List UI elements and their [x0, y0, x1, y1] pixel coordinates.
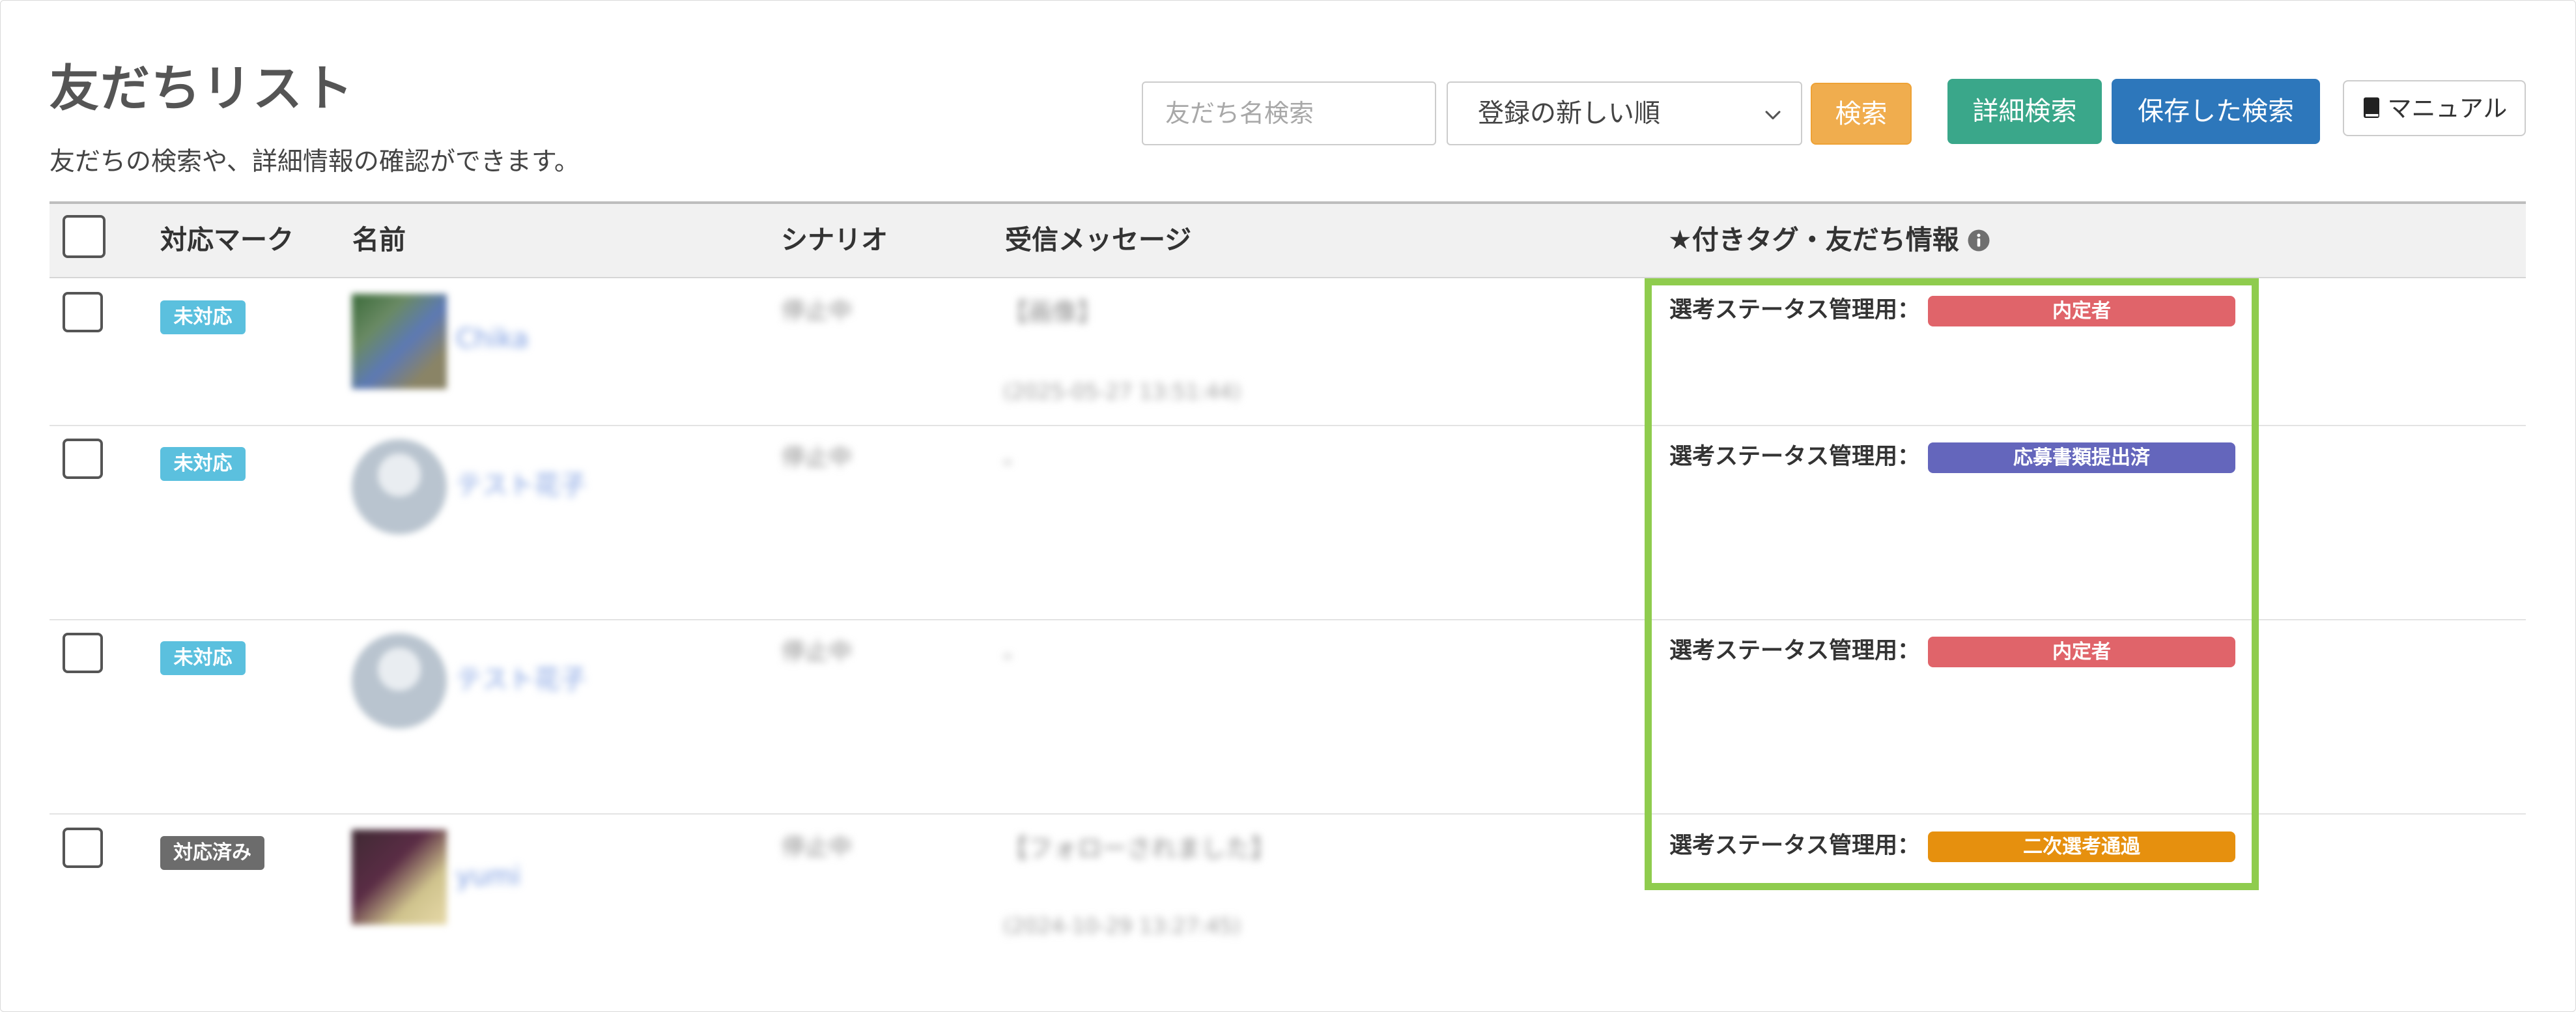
- status-badge[interactable]: 未対応: [160, 300, 246, 334]
- advanced-search-button[interactable]: 詳細検索: [1947, 79, 2102, 144]
- scenario-status: 停止中: [782, 834, 853, 861]
- page-title: 友だちリスト: [50, 59, 354, 117]
- select-all-checkbox[interactable]: [63, 215, 106, 258]
- status-badge[interactable]: 未対応: [160, 641, 246, 675]
- header-tag-label: ★付きタグ・友だち情報: [1668, 224, 1959, 255]
- chevron-down-icon: [1765, 111, 1781, 120]
- status-badge[interactable]: 未対応: [160, 447, 246, 481]
- advanced-search-label: 詳細検索: [1972, 96, 2077, 126]
- manual-button[interactable]: マニュアル: [2343, 80, 2526, 136]
- row-checkbox[interactable]: [63, 828, 103, 868]
- avatar[interactable]: [352, 439, 447, 534]
- header-mark: 対応マーク: [160, 224, 294, 255]
- scenario-status: 停止中: [782, 639, 853, 665]
- row-checkbox[interactable]: [63, 292, 103, 332]
- sort-order-select[interactable]: 登録の新しい順: [1447, 81, 1802, 145]
- page-subtitle: 友だちの検索や、詳細情報の確認ができます。: [50, 147, 580, 177]
- received-message: 【フォローされました】: [1003, 834, 1276, 863]
- received-message: -: [1003, 446, 1012, 475]
- table-header: 対応マーク 名前 シナリオ 受信メッセージ ★付きタグ・友だち情報: [50, 201, 2526, 278]
- search-button[interactable]: 検索: [1811, 83, 1912, 145]
- manual-button-label: マニュアル: [2387, 94, 2508, 123]
- received-message: 【画像】: [1003, 298, 1103, 326]
- sort-order-value: 登録の新しい順: [1478, 98, 1660, 128]
- header-tag: ★付きタグ・友だち情報: [1668, 227, 1990, 253]
- status-badge[interactable]: 対応済み: [160, 836, 264, 870]
- header-message: 受信メッセージ: [1005, 224, 1192, 255]
- avatar[interactable]: [352, 294, 447, 389]
- friend-name[interactable]: テスト花子: [456, 667, 586, 693]
- saved-search-label: 保存した検索: [2138, 96, 2294, 126]
- friend-name-search-input[interactable]: [1142, 81, 1436, 145]
- saved-search-button[interactable]: 保存した検索: [2112, 79, 2320, 144]
- friend-name[interactable]: yumi: [456, 863, 520, 889]
- scenario-status: 停止中: [782, 444, 853, 471]
- header-scenario: シナリオ: [781, 224, 888, 255]
- row-checkbox[interactable]: [63, 633, 103, 673]
- book-icon: [2363, 97, 2379, 118]
- search-button-label: 検索: [1835, 98, 1888, 129]
- received-message: -: [1003, 641, 1012, 669]
- message-timestamp: (2025-05-27 13:51:44): [1003, 379, 1241, 404]
- info-icon[interactable]: [1967, 229, 1990, 252]
- row-checkbox[interactable]: [63, 439, 103, 479]
- avatar[interactable]: [352, 633, 447, 729]
- tag-column-highlight: [1645, 278, 2259, 890]
- message-timestamp: (2024-10-29 13:27:45): [1003, 914, 1241, 938]
- scenario-status: 停止中: [782, 298, 853, 325]
- header-name: 名前: [352, 224, 406, 255]
- friend-name[interactable]: テスト花子: [456, 472, 586, 499]
- avatar[interactable]: [352, 830, 447, 925]
- friend-name[interactable]: Chika: [456, 326, 528, 352]
